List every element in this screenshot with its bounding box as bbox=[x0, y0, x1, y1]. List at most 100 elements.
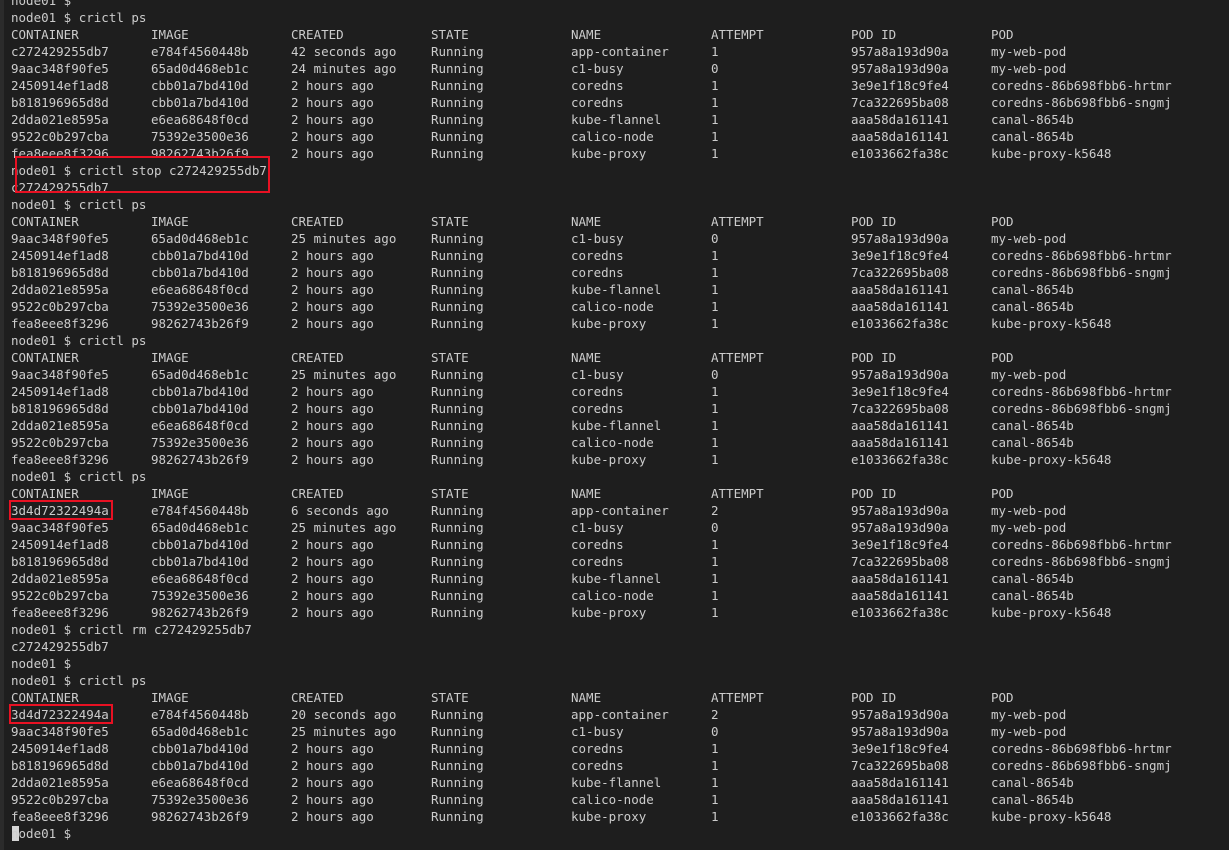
table-cell: 2 bbox=[711, 503, 719, 518]
table-cell: aaa58da161141 bbox=[851, 112, 949, 127]
table-cell: 7ca322695ba08 bbox=[851, 758, 949, 773]
table-header-row: CONTAINER IMAGE CREATED STATE NAME ATTEMPT POD… bbox=[11, 349, 1226, 366]
table-cell: 2450914ef1ad8 bbox=[11, 248, 109, 263]
table-cell: coredns bbox=[571, 265, 624, 280]
table-cell: my-web-pod bbox=[991, 707, 1067, 722]
table-cell: Running bbox=[431, 775, 484, 790]
table-cell: 1 bbox=[711, 741, 719, 756]
table-cell: coredns-86b698fbb6-sngmj bbox=[991, 554, 1172, 569]
table-row: 2450914ef1ad8 cbb01a7bd410d 2 hours ago Run… bbox=[11, 536, 1226, 553]
table-row: fea8eee8f3296 98262743b26f9 2 hours ago Run… bbox=[11, 451, 1226, 468]
table-cell: 25 minutes ago bbox=[291, 724, 397, 739]
table-cell: cbb01a7bd410d bbox=[151, 248, 249, 263]
table-row: 2450914ef1ad8 cbb01a7bd410d 2 hours ago Run… bbox=[11, 740, 1226, 757]
table-header-row: CONTAINER IMAGE CREATED STATE NAME ATTEMPT POD… bbox=[11, 485, 1226, 502]
table-cell: e784f4560448b bbox=[151, 44, 249, 59]
table-cell: kube-proxy bbox=[571, 452, 647, 467]
table-cell: coredns bbox=[571, 537, 624, 552]
command-line: node01 $ crictl ps bbox=[11, 196, 1226, 213]
table-cell: coredns-86b698fbb6-sngmj bbox=[991, 95, 1172, 110]
table-cell: 2dda021e8595a bbox=[11, 775, 109, 790]
table-cell: kube-proxy-k5648 bbox=[991, 452, 1112, 467]
table-cell: 1 bbox=[711, 792, 719, 807]
table-cell: canal-8654b bbox=[991, 792, 1074, 807]
table-cell: 2 hours ago bbox=[291, 112, 374, 127]
column-header: CREATED bbox=[291, 350, 344, 365]
table-cell: coredns bbox=[571, 248, 624, 263]
table-cell: 2 hours ago bbox=[291, 282, 374, 297]
column-header: CREATED bbox=[291, 27, 344, 42]
table-cell: 1 bbox=[711, 282, 719, 297]
command-line: node01 $ bbox=[11, 0, 1226, 9]
column-header: CONTAINER bbox=[11, 27, 79, 42]
table-cell: 9522c0b297cba bbox=[11, 129, 109, 144]
table-cell: Running bbox=[431, 588, 484, 603]
table-cell: 957a8a193d90a bbox=[851, 44, 949, 59]
table-cell: 1 bbox=[711, 554, 719, 569]
table-row: 2450914ef1ad8 cbb01a7bd410d 2 hours ago Run… bbox=[11, 383, 1226, 400]
table-cell: canal-8654b bbox=[991, 129, 1074, 144]
table-header-row: CONTAINER IMAGE CREATED STATE NAME ATTEMPT POD… bbox=[11, 26, 1226, 43]
table-cell: 2 hours ago bbox=[291, 588, 374, 603]
table-cell: 3e9e1f18c9fe4 bbox=[851, 741, 949, 756]
column-header: POD bbox=[991, 690, 1014, 705]
table-cell: 1 bbox=[711, 452, 719, 467]
table-cell: 2 hours ago bbox=[291, 78, 374, 93]
table-cell: kube-proxy-k5648 bbox=[991, 809, 1112, 824]
table-cell: kube-flannel bbox=[571, 112, 662, 127]
table-cell: 2 hours ago bbox=[291, 452, 374, 467]
column-header: NAME bbox=[571, 350, 602, 365]
terminal-window[interactable]: node01 $ node01 $ crictl ps CONTAINER IMAGE… bbox=[0, 0, 1229, 850]
table-cell: 24 minutes ago bbox=[291, 61, 397, 76]
table-cell: coredns-86b698fbb6-hrtmr bbox=[991, 78, 1172, 93]
table-cell: 3e9e1f18c9fe4 bbox=[851, 537, 949, 552]
table-cell: Running bbox=[431, 248, 484, 263]
table-cell: Running bbox=[431, 129, 484, 144]
table-row: 3d4d72322494a e784f4560448b 6 seconds ago R… bbox=[11, 502, 1226, 519]
table-cell: Running bbox=[431, 384, 484, 399]
table-cell: b818196965d8d bbox=[11, 95, 109, 110]
table-cell: 1 bbox=[711, 537, 719, 552]
table-cell: 2 hours ago bbox=[291, 316, 374, 331]
table-cell: 1 bbox=[711, 588, 719, 603]
table-cell: 2 hours ago bbox=[291, 248, 374, 263]
table-cell: coredns-86b698fbb6-hrtmr bbox=[991, 248, 1172, 263]
table-cell: canal-8654b bbox=[991, 435, 1074, 450]
table-cell: 9aac348f90fe5 bbox=[11, 61, 109, 76]
table-cell: canal-8654b bbox=[991, 299, 1074, 314]
table-cell: coredns bbox=[571, 78, 624, 93]
table-cell: 0 bbox=[711, 61, 719, 76]
table-cell: kube-flannel bbox=[571, 282, 662, 297]
table-cell: 957a8a193d90a bbox=[851, 724, 949, 739]
table-cell: Running bbox=[431, 44, 484, 59]
table-cell: b818196965d8d bbox=[11, 554, 109, 569]
table-row: 2450914ef1ad8 cbb01a7bd410d 2 hours ago Run… bbox=[11, 247, 1226, 264]
column-header: STATE bbox=[431, 486, 469, 501]
table-row: fea8eee8f3296 98262743b26f9 2 hours ago Run… bbox=[11, 145, 1226, 162]
command-text: node01 $ crictl ps bbox=[11, 333, 147, 348]
table-cell: kube-proxy bbox=[571, 316, 647, 331]
table-cell: Running bbox=[431, 792, 484, 807]
table-row: b818196965d8d cbb01a7bd410d 2 hours ago Run… bbox=[11, 400, 1226, 417]
table-cell: 75392e3500e36 bbox=[151, 435, 249, 450]
table-row: 9aac348f90fe5 65ad0d468eb1c 24 minutes ago… bbox=[11, 60, 1226, 77]
table-row: 2dda021e8595a e6ea68648f0cd 2 hours ago Run… bbox=[11, 111, 1226, 128]
table-cell: canal-8654b bbox=[991, 571, 1074, 586]
table-header-row: CONTAINER IMAGE CREATED STATE NAME ATTEMPT POD… bbox=[11, 689, 1226, 706]
column-header: CONTAINER bbox=[11, 486, 79, 501]
command-line: node01 $ crictl ps bbox=[11, 332, 1226, 349]
table-cell: Running bbox=[431, 146, 484, 161]
table-cell: Running bbox=[431, 367, 484, 382]
table-cell: e1033662fa38c bbox=[851, 146, 949, 161]
column-header: IMAGE bbox=[151, 350, 189, 365]
table-cell: my-web-pod bbox=[991, 44, 1067, 59]
table-cell: b818196965d8d bbox=[11, 265, 109, 280]
table-cell: 2 hours ago bbox=[291, 435, 374, 450]
table-cell: my-web-pod bbox=[991, 231, 1067, 246]
table-cell: 98262743b26f9 bbox=[151, 809, 249, 824]
command-line: node01 $ crictl ps bbox=[11, 672, 1226, 689]
table-cell: app-container bbox=[571, 707, 669, 722]
table-cell: 9aac348f90fe5 bbox=[11, 520, 109, 535]
table-cell: 2 hours ago bbox=[291, 605, 374, 620]
column-header: POD ID bbox=[851, 690, 897, 705]
